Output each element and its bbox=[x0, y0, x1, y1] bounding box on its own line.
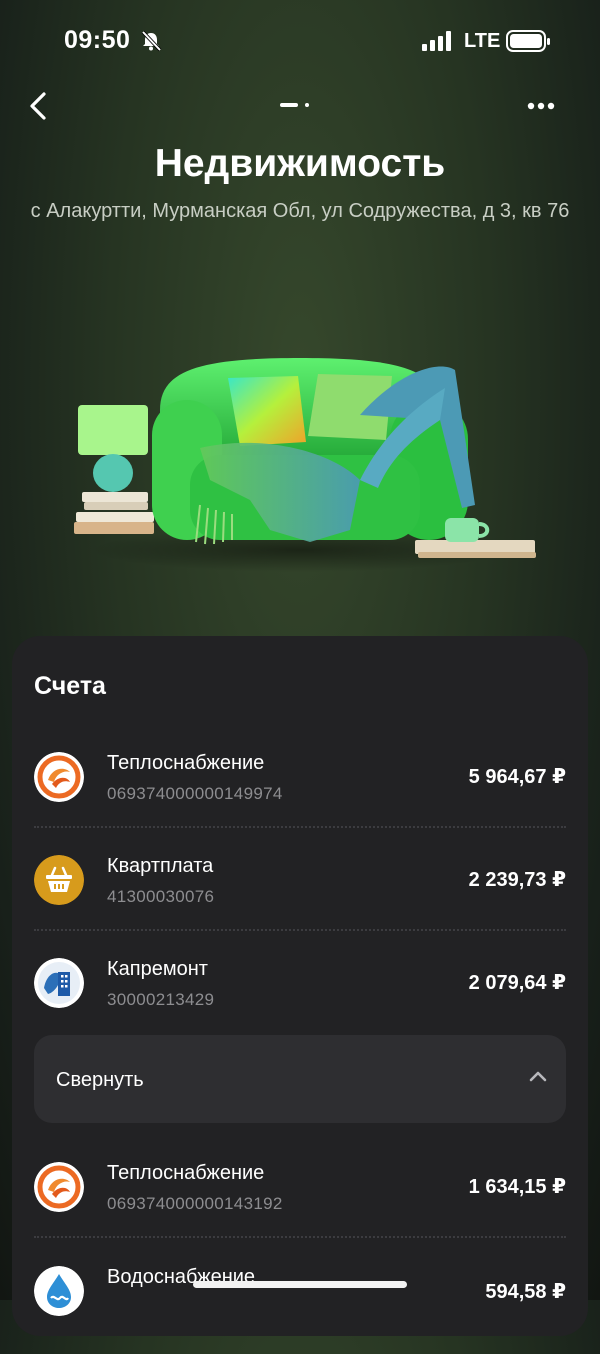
more-options-button[interactable] bbox=[522, 92, 560, 120]
account-name: Теплоснабжение bbox=[107, 1162, 265, 1184]
network-label: LTE bbox=[464, 30, 501, 52]
account-row[interactable]: Теплоснабжение 069374000000143192 1 634,… bbox=[12, 1146, 588, 1250]
bell-muted-icon bbox=[141, 30, 162, 52]
account-name: Теплоснабжение bbox=[107, 752, 265, 774]
account-amount: 5 964,67 ₽ bbox=[468, 766, 566, 788]
status-bar: 09:50 LTE bbox=[0, 0, 600, 80]
account-number: 41300030076 bbox=[107, 887, 215, 906]
account-row[interactable]: Квартплата 41300030076 2 239,73 ₽ bbox=[12, 839, 588, 943]
divider bbox=[34, 929, 566, 931]
building-logo-icon bbox=[34, 958, 84, 1008]
status-time: 09:50 bbox=[64, 26, 131, 54]
water-drop-logo-icon bbox=[34, 1266, 84, 1316]
heat-supply-logo-icon bbox=[34, 752, 84, 802]
page-title: Недвижимость bbox=[154, 142, 446, 185]
chevron-up-icon bbox=[529, 1071, 547, 1082]
account-row[interactable]: Водоснабжение 594,58 ₽ bbox=[12, 1250, 588, 1354]
property-address: с Алакуртти, Мурманская Обл, ул Содружес… bbox=[30, 200, 570, 222]
battery-icon bbox=[506, 30, 550, 52]
home-indicator[interactable] bbox=[193, 1281, 407, 1288]
account-amount: 594,58 ₽ bbox=[485, 1281, 566, 1303]
divider bbox=[34, 826, 566, 828]
account-amount: 2 239,73 ₽ bbox=[468, 869, 566, 891]
account-amount: 1 634,15 ₽ bbox=[468, 1176, 566, 1198]
heat-supply-logo-icon bbox=[34, 1162, 84, 1212]
account-number: 30000213429 bbox=[107, 990, 215, 1009]
accounts-title: Счета bbox=[34, 672, 106, 700]
basket-logo-icon bbox=[34, 855, 84, 905]
account-amount: 2 079,64 ₽ bbox=[468, 972, 566, 994]
account-number: 069374000000149974 bbox=[107, 784, 283, 803]
account-number: 069374000000143192 bbox=[107, 1194, 283, 1213]
back-button[interactable] bbox=[24, 86, 56, 126]
collapse-button[interactable]: Свернуть bbox=[34, 1035, 566, 1123]
page-indicator-icon bbox=[280, 103, 309, 107]
account-name: Капремонт bbox=[107, 958, 208, 980]
account-name: Квартплата bbox=[107, 855, 214, 877]
sofa-illustration bbox=[74, 358, 536, 572]
account-row[interactable]: Теплоснабжение 069374000000149974 5 964,… bbox=[12, 736, 588, 840]
accounts-panel: Счета Теплоснабжение 069374000000149974 … bbox=[12, 636, 588, 1336]
nav-bar bbox=[0, 86, 600, 126]
divider bbox=[34, 1236, 566, 1238]
account-row[interactable]: Капремонт 30000213429 2 079,64 ₽ bbox=[12, 942, 588, 1046]
collapse-label: Свернуть bbox=[56, 1069, 144, 1091]
signal-icon bbox=[422, 31, 451, 51]
